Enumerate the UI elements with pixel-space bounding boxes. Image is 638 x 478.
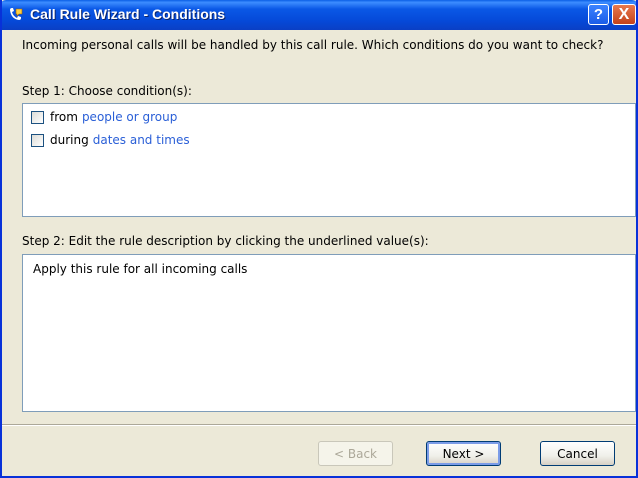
rule-description-text: Apply this rule for all incoming calls [33,262,248,276]
intro-text: Incoming personal calls will be handled … [22,38,604,52]
back-button[interactable]: < Back [318,441,393,466]
step1-label: Step 1: Choose condition(s): [22,84,192,98]
condition-from-people[interactable]: from people or group [31,109,177,125]
dates-and-times-link[interactable]: dates and times [93,133,190,147]
close-icon: X [618,5,630,23]
call-rule-wizard-window: Call Rule Wizard - Conditions ? X Incomi… [0,0,638,478]
help-button[interactable]: ? [588,4,609,25]
next-button[interactable]: Next > [426,441,501,466]
help-icon: ? [593,6,604,23]
title-bar[interactable]: Call Rule Wizard - Conditions ? X [2,0,636,30]
window-title: Call Rule Wizard - Conditions [30,6,226,22]
rule-description-box[interactable]: Apply this rule for all incoming calls [22,254,636,412]
condition-during-dates[interactable]: during dates and times [31,132,190,148]
cancel-button[interactable]: Cancel [540,441,615,466]
conditions-list[interactable]: from people or group during dates and ti… [22,103,636,217]
step2-label: Step 2: Edit the rule description by cli… [22,234,429,248]
people-or-group-link[interactable]: people or group [82,110,177,124]
during-dates-checkbox[interactable] [31,133,44,147]
close-button[interactable]: X [612,4,636,25]
condition-prefix: from [50,110,78,124]
button-separator [2,424,636,426]
from-people-checkbox[interactable] [31,110,44,124]
condition-prefix: during [50,133,89,147]
call-rule-icon [8,7,24,23]
